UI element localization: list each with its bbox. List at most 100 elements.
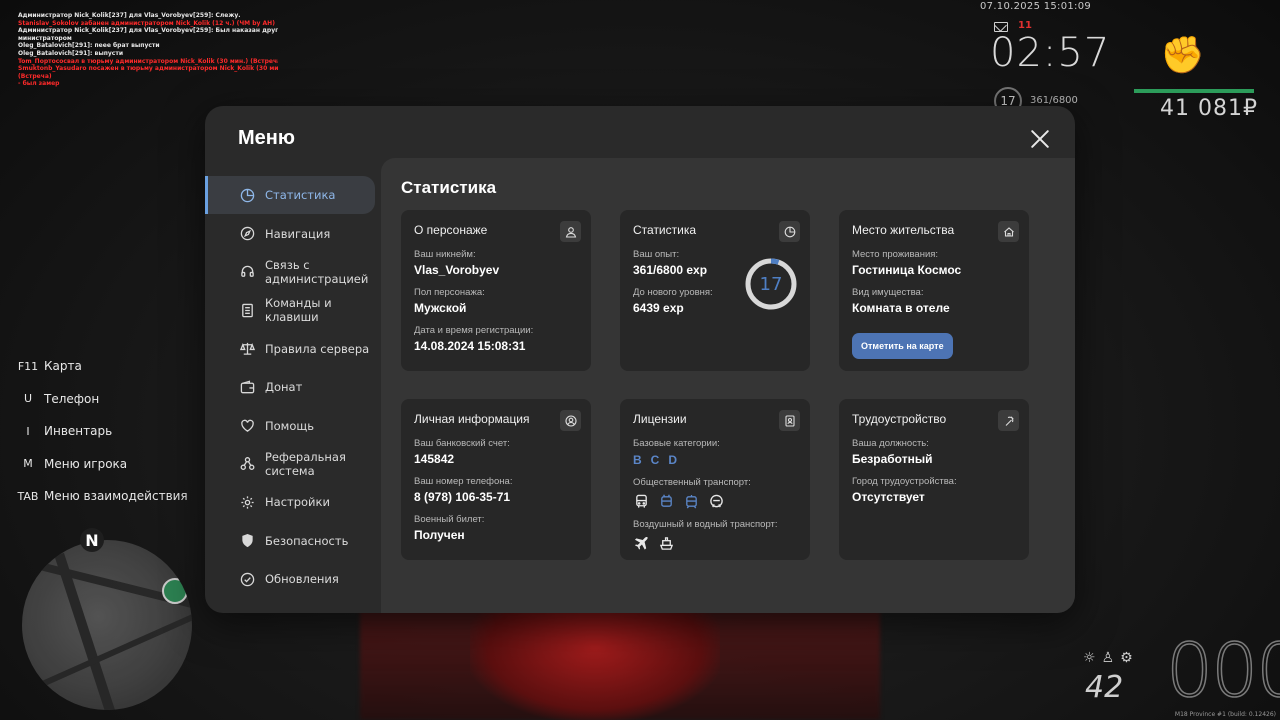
headset-icon [239, 264, 255, 280]
metro-icon [708, 493, 724, 509]
chat-message: (Встреча) [18, 72, 52, 80]
minimap-north: N [80, 528, 104, 552]
registration-value: 14.08.2024 15:08:31 [414, 339, 526, 353]
speedometer-value: 000 [1165, 627, 1280, 715]
card-licenses: Лицензии Базовые категории: B C D Общест… [620, 399, 810, 560]
chat-message: Oleg_Batalovich[291]: пеее брат выпусти [18, 42, 160, 50]
sidebar-item-label: Статистика [265, 188, 336, 203]
public-transport-label: Общественный транспорт: [633, 477, 751, 488]
background-car [470, 600, 720, 720]
sidebar-item-referral[interactable]: Реферальная система [205, 445, 381, 483]
chat-message: Oleg_Batalovich[291]: выпусти [18, 49, 124, 57]
user-circle-icon [560, 410, 581, 431]
vehicle-status-icons: ☼ ♙ ⚙ [1083, 650, 1133, 666]
pie-chart-icon [239, 187, 255, 203]
chat-message: - был замер [18, 80, 60, 88]
keybind-label: Телефон [44, 391, 100, 406]
keybind-item: M Меню игрока [12, 448, 188, 481]
keybind-label: Карта [44, 359, 82, 374]
job-city-label: Город трудоустройства: [852, 476, 957, 487]
military-id-label: Военный билет: [414, 514, 485, 525]
sidebar-item-help[interactable]: Помощь [205, 406, 381, 444]
nickname-label: Ваш никнейм: [414, 249, 476, 260]
sidebar-item-navigation[interactable]: Навигация [205, 214, 381, 252]
hud-money: 41 081₽ [1160, 96, 1258, 121]
keybind-list: F11 Карта U Телефон I Инвентарь M Меню игрок… [12, 350, 188, 513]
sidebar-item-statistics[interactable]: Статистика [205, 176, 375, 215]
chat-log: Администратор Nick_Kolik[237] для Vlas_V… [18, 12, 278, 88]
pickaxe-icon [998, 410, 1019, 431]
phone-value: 8 (978) 106-35-71 [414, 490, 511, 504]
job-position-value: Безработный [852, 452, 933, 466]
residence-place-value: Гостиница Космос [852, 263, 962, 277]
level-number: 17 [759, 273, 783, 295]
sidebar-item-updates[interactable]: Обновления [205, 560, 381, 598]
sidebar-item-label: Навигация [265, 226, 331, 241]
property-type-label: Вид имущества: [852, 287, 924, 298]
chat-message: Tom_Портососвал в тюрьму администратором… [18, 57, 278, 65]
sidebar-item-contact-admin[interactable]: Связь с администрацией [205, 253, 381, 291]
headlight-icon: ☼ [1083, 650, 1096, 666]
keybind-item: F11 Карта [12, 350, 188, 383]
user-icon [560, 221, 581, 242]
shield-icon [239, 533, 255, 549]
card-about: О персонаже Ваш никнейм: Vlas_Vorobyev П… [401, 210, 591, 371]
network-icon [239, 456, 255, 472]
chat-message: министратором [18, 34, 72, 42]
license-category: B [633, 453, 642, 467]
scales-icon [239, 341, 255, 357]
trolleybus-icon [658, 493, 674, 509]
minimap-road [22, 609, 192, 697]
card-residence: Место жительства Место проживания: Гости… [839, 210, 1029, 371]
card-employment: Трудоустройство Ваша должность: Безработ… [839, 399, 1029, 560]
residence-place-label: Место проживания: [852, 249, 939, 260]
military-id-value: Получен [414, 528, 465, 542]
hud-datetime: 07.10.2025 15:01:09 [980, 1, 1092, 12]
id-card-icon [779, 410, 800, 431]
check-circle-icon [239, 571, 255, 587]
keybind-key: U [23, 392, 33, 406]
air-water-transport-label: Воздушный и водный транспорт: [633, 519, 778, 530]
sidebar-item-label: Команды и клавиши [265, 296, 332, 325]
level-ring: 17 [744, 257, 798, 311]
chat-message: Администратор Nick_Kolik[237] для Vlas_V… [18, 12, 241, 19]
chat-message: Smuktonb_Yasudaro посажен в тюрьму админ… [18, 65, 278, 73]
content-title: Статистика [401, 178, 497, 197]
license-categories: B C D [633, 453, 797, 467]
sidebar-item-security[interactable]: Безопасность [205, 522, 381, 560]
close-icon[interactable] [1029, 128, 1051, 150]
keybind-label: Меню взаимодействия [44, 489, 188, 504]
basic-categories-label: Базовые категории: [633, 438, 720, 449]
gender-label: Пол персонажа: [414, 287, 485, 298]
heart-hand-icon [239, 418, 255, 434]
sidebar-item-settings[interactable]: Настройки [205, 483, 381, 521]
chat-message: Администратор Nick_Kolik[237] для Vlas_V… [18, 27, 278, 35]
hud-exp: 361/6800 [1030, 95, 1078, 106]
wallet-icon [239, 379, 255, 395]
bus-icon [633, 493, 649, 509]
card-statistics: Статистика Ваш опыт: 361/6800 exp До нов… [620, 210, 810, 371]
document-icon [239, 302, 255, 318]
sidebar-item-donate[interactable]: Донат [205, 368, 381, 406]
card-title: Статистика [633, 223, 697, 237]
sidebar-item-commands[interactable]: Команды и клавиши [205, 291, 381, 329]
clock-icon [779, 221, 800, 242]
sidebar-item-label: Донат [265, 380, 303, 395]
sidebar-item-rules[interactable]: Правила сервера [205, 330, 381, 368]
nickname-value: Vlas_Vorobyev [414, 263, 500, 277]
menu-window: Меню Статистика Навигация Связь с админи… [205, 106, 1075, 613]
air-water-transport-icons [633, 535, 797, 551]
mark-on-map-button[interactable]: Отметить на карте [852, 333, 953, 359]
card-title: Место жительства [852, 223, 955, 237]
keybind-item: U Телефон [12, 383, 188, 416]
minimap-poi [162, 578, 188, 604]
keybind-label: Меню игрока [44, 456, 128, 471]
card-personal-info: Личная информация Ваш банковский счет: 1… [401, 399, 591, 560]
public-transport-icons [633, 493, 797, 509]
build-info: M18 Province #1 (build: 0.12426) [1174, 711, 1276, 718]
sidebar-item-label: Безопасность [265, 533, 349, 548]
gender-value: Мужской [414, 301, 467, 315]
compass-icon [239, 226, 255, 242]
boat-icon [658, 535, 674, 551]
keybind-key: I [26, 424, 30, 438]
